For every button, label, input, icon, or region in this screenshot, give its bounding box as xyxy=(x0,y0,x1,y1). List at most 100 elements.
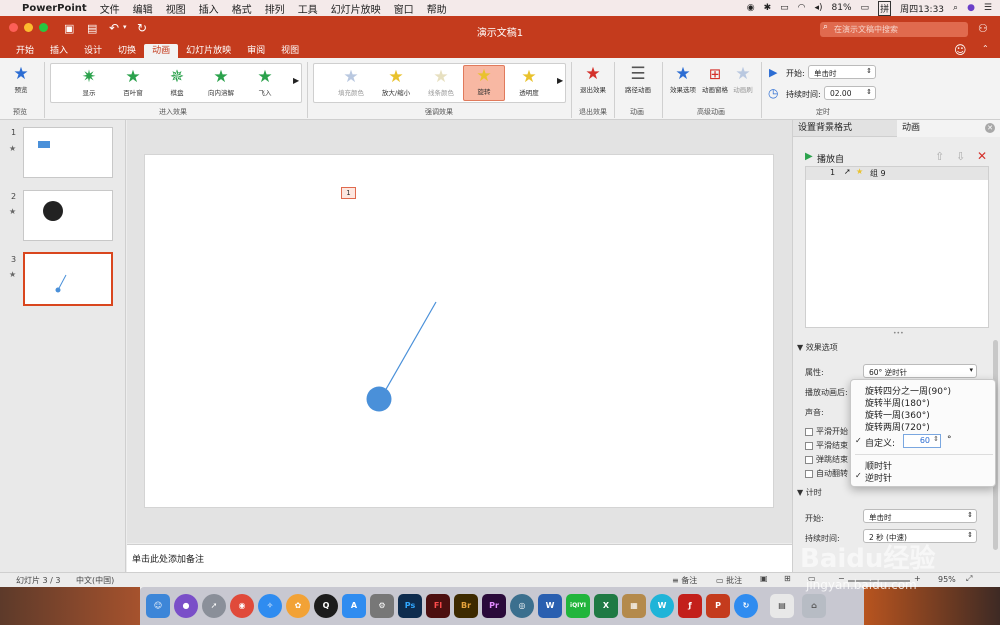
finder-icon[interactable]: ☺ xyxy=(146,594,170,618)
slide-thumbnail-3[interactable] xyxy=(23,252,113,306)
share-icon[interactable]: ⚇ xyxy=(978,22,988,35)
effect-fill-color[interactable]: ★ 填充颜色 xyxy=(332,67,370,97)
start-select[interactable]: 单击时 ⇕ xyxy=(808,65,876,79)
qq-icon[interactable]: Q xyxy=(314,594,338,618)
menu-edit[interactable]: 编辑 xyxy=(133,1,153,16)
trash-icon[interactable]: ⌂ xyxy=(802,594,826,618)
wps-icon[interactable]: W xyxy=(650,594,674,618)
bridge-icon[interactable]: Br xyxy=(454,594,478,618)
smooth-start-checkbox[interactable]: 平滑开始 xyxy=(805,426,848,437)
comments-button[interactable]: ▭ 批注 xyxy=(716,575,742,586)
iqiyi-icon[interactable]: iQIYI xyxy=(566,594,590,618)
effect-checkerboard[interactable]: ✵ 棋盘 xyxy=(159,67,195,97)
siri-dock-icon[interactable]: ● xyxy=(174,594,198,618)
bounce-end-checkbox[interactable]: 弹跳结束 xyxy=(805,454,848,465)
document-icon[interactable]: ▤ xyxy=(770,594,794,618)
app-menu[interactable]: PowerPoint xyxy=(22,3,87,14)
timing-start-select[interactable]: 单击时 ⇕ xyxy=(863,509,977,523)
tab-design[interactable]: 设计 xyxy=(76,44,110,58)
effect-blinds[interactable]: ★ 百叶窗 xyxy=(115,67,151,97)
entrance-more-icon[interactable]: ▶ xyxy=(293,76,299,85)
tab-review[interactable]: 审阅 xyxy=(239,44,273,58)
tab-insert[interactable]: 插入 xyxy=(42,44,76,58)
effect-options-section[interactable]: ▼ 效果选项 xyxy=(797,342,838,353)
excel-icon[interactable]: X xyxy=(594,594,618,618)
pendulum-group[interactable] xyxy=(145,155,775,509)
sorter-view-icon[interactable]: ⊞ xyxy=(784,574,791,583)
pendulum-rod[interactable] xyxy=(380,301,437,399)
path-animation-button[interactable]: ☰ 路径动画 xyxy=(618,64,658,94)
custom-degrees-stepper-icon[interactable]: ⇕ xyxy=(933,435,939,443)
bluetooth-icon[interactable]: ✱ xyxy=(764,3,772,13)
delete-animation-icon[interactable]: ✕ xyxy=(977,149,987,163)
menu-item-custom[interactable]: 自定义: xyxy=(865,436,895,449)
menu-item-two-spins[interactable]: 旋转两周(720°) xyxy=(865,420,930,433)
battery-icon[interactable]: ▭ xyxy=(861,3,870,13)
pendulum-bob[interactable] xyxy=(366,386,392,412)
menu-file[interactable]: 文件 xyxy=(100,1,120,16)
menu-arrange[interactable]: 排列 xyxy=(265,1,285,16)
premiere-icon[interactable]: Pr xyxy=(482,594,506,618)
animation-pane-button[interactable]: ⊞ 动画窗格 xyxy=(702,64,728,94)
slide-thumbnail-1[interactable] xyxy=(23,127,113,178)
tab-home[interactable]: 开始 xyxy=(8,44,42,58)
property-select[interactable]: 60° 逆时针 ▾ xyxy=(863,364,977,378)
menu-format[interactable]: 格式 xyxy=(232,1,252,16)
flash-icon[interactable]: Fl xyxy=(426,594,450,618)
launchpad-icon[interactable]: ➚ xyxy=(202,594,226,618)
normal-view-icon[interactable]: ▣ xyxy=(760,574,768,583)
auto-reverse-checkbox[interactable]: 自动翻转 xyxy=(805,468,848,479)
play-from-button[interactable]: 播放自 xyxy=(817,152,844,165)
menu-insert[interactable]: 插入 xyxy=(199,1,219,16)
custom-degrees-input[interactable]: 60 ⇕ xyxy=(903,434,941,448)
pane-splitter-icon[interactable]: ••• xyxy=(893,330,904,337)
menu-item-counterclockwise[interactable]: 逆时针 xyxy=(865,471,892,484)
duration-stepper-icon[interactable]: ⇕ xyxy=(866,88,872,96)
spotlight-icon[interactable]: ⌕ xyxy=(953,3,958,13)
volume-icon[interactable]: ◂) xyxy=(815,3,823,13)
tab-slideshow[interactable]: 幻灯片放映 xyxy=(178,44,239,58)
ribbon-collapse-icon[interactable]: ⌃ xyxy=(982,44,989,53)
system-preferences-icon[interactable]: ⚙ xyxy=(370,594,394,618)
move-down-icon[interactable]: ⇩ xyxy=(956,150,965,163)
input-method-icon[interactable]: 拼 xyxy=(878,0,892,16)
menu-slideshow[interactable]: 幻灯片放映 xyxy=(331,1,381,16)
notes-button[interactable]: ≡ 备注 xyxy=(672,575,697,586)
effect-spin[interactable]: ★ 旋转 xyxy=(463,65,505,101)
menu-help[interactable]: 帮助 xyxy=(427,1,447,16)
fit-to-window-icon[interactable]: ⤢ xyxy=(966,574,972,584)
refresh-app-icon[interactable]: ↻ xyxy=(734,594,758,618)
animation-list-item[interactable]: 1 ➚ ★ 组 9 xyxy=(806,167,988,180)
menu-window[interactable]: 窗口 xyxy=(394,1,414,16)
preview-button[interactable]: ★ 预览 xyxy=(5,64,37,94)
safari-icon[interactable]: ✧ xyxy=(258,594,282,618)
photos-icon[interactable]: ✿ xyxy=(286,594,310,618)
slide-thumbnail-2[interactable] xyxy=(23,190,113,241)
notes-pane[interactable]: 单击此处添加备注 xyxy=(127,544,792,572)
photoshop-icon[interactable]: Ps xyxy=(398,594,422,618)
notification-center-icon[interactable]: ☰ xyxy=(984,3,992,13)
word-icon[interactable]: W xyxy=(538,594,562,618)
effect-options-button[interactable]: ★ 效果选项 xyxy=(664,64,702,94)
smiley-feedback-icon[interactable]: ☺ xyxy=(954,43,967,57)
language-indicator[interactable]: 中文(中国) xyxy=(76,575,114,586)
chrome-icon[interactable]: ◉ xyxy=(230,594,254,618)
airplay-icon[interactable]: ▭ xyxy=(780,3,789,13)
effect-grow-shrink[interactable]: ★ 放大/缩小 xyxy=(376,67,416,97)
flash-player-icon[interactable]: ƒ xyxy=(678,594,702,618)
smooth-end-checkbox[interactable]: 平滑结束 xyxy=(805,440,848,451)
emphasis-more-icon[interactable]: ▶ xyxy=(557,76,563,85)
siri-icon[interactable]: ● xyxy=(967,3,975,13)
animation-painter-button[interactable]: ★ 动画刷 xyxy=(730,64,756,94)
timing-section[interactable]: ▼ 计时 xyxy=(797,487,822,498)
duration-input[interactable]: 02.00 ⇕ xyxy=(824,86,876,100)
browser-icon[interactable]: ◎ xyxy=(510,594,534,618)
exit-effects-button[interactable]: ★ 退出效果 xyxy=(575,64,611,94)
search-input[interactable]: 在演示文稿中搜索 xyxy=(820,22,968,37)
tab-format-background[interactable]: 设置背景格式 xyxy=(793,120,897,137)
menu-view[interactable]: 视图 xyxy=(166,1,186,16)
effect-transparency[interactable]: ★ 透明度 xyxy=(510,67,548,97)
clock[interactable]: 周四13:33 xyxy=(900,2,944,15)
move-up-icon[interactable]: ⇧ xyxy=(935,150,944,163)
wifi-icon[interactable]: ◠ xyxy=(798,3,806,13)
